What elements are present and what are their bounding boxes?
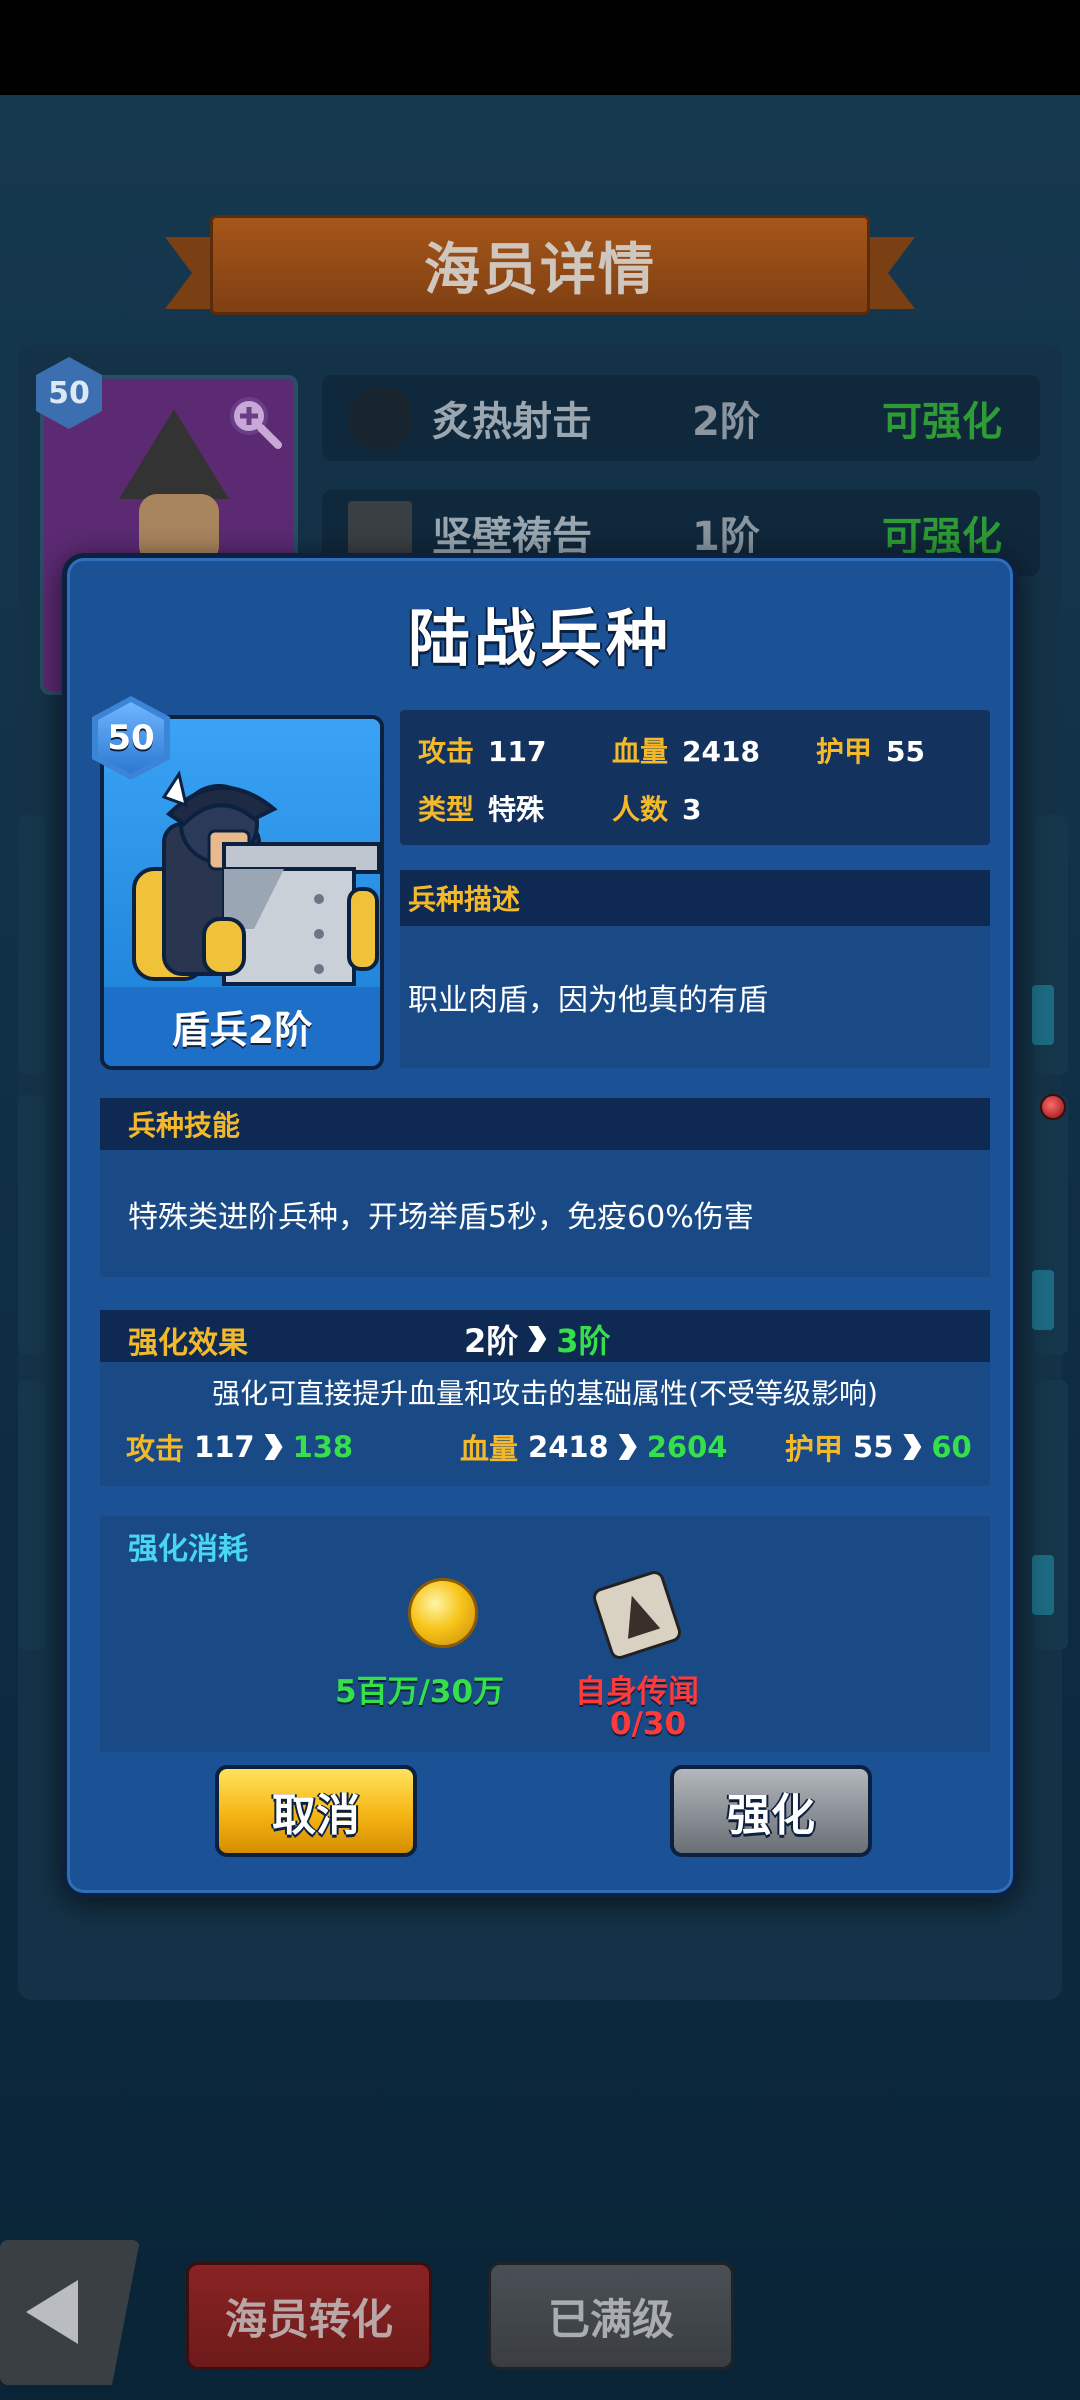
skill-status: 可强化 [882, 399, 1002, 445]
cancel-button[interactable]: 取消 [215, 1765, 417, 1857]
unit-skill-text: 特殊类进阶兵种，开场举盾5秒，免疫60%伤害 [100, 1150, 990, 1277]
fragment-count: 0/30 [610, 1706, 687, 1742]
unit-type-dialog: 陆战兵种 盾兵2阶 50 攻击 117 血量 2418 护甲 55 类型 特殊 … [62, 553, 1018, 1898]
page-title: 海员详情 [424, 237, 656, 303]
stat-label: 血量 [460, 1432, 519, 1466]
stat-value: 2418 [682, 735, 760, 768]
chevron-right-icon [903, 1434, 922, 1460]
stat-hp: 血量 2418 [612, 730, 760, 770]
upgrade-hp: 血量 2418 2604 [460, 1426, 727, 1468]
chevron-right-icon [528, 1326, 547, 1352]
chevron-right-icon [264, 1434, 283, 1460]
upgrade-note: 强化可直接提升血量和攻击的基础属性(不受等级影响) [212, 1377, 878, 1410]
status-bar [0, 0, 1080, 95]
dialog-title: 陆战兵种 [407, 602, 672, 675]
stat-attack: 攻击 117 [418, 730, 546, 770]
bomb-icon [348, 386, 412, 450]
stat-from: 117 [194, 1430, 255, 1464]
wizard-hat-icon [119, 409, 229, 499]
gold-coin-icon [408, 1578, 478, 1648]
stat-label: 护甲 [816, 735, 873, 768]
stat-to: 2604 [646, 1430, 728, 1464]
upgrade-button[interactable]: 强化 [670, 1765, 872, 1857]
upgrade-cost: 强化消耗 5百万/30万 自身传闻 0/30 [100, 1516, 990, 1752]
bg-side-button [1032, 985, 1054, 1045]
notification-dot-icon [1040, 1094, 1066, 1120]
bg-card-left [18, 1095, 46, 1355]
skill-name: 炙热射击 [432, 399, 592, 445]
tier-change: 2阶 3阶 [464, 1316, 611, 1362]
coin-cost: 5百万/30万 [335, 1674, 505, 1710]
back-arrow-icon [26, 2280, 78, 2344]
stat-label: 攻击 [418, 735, 475, 768]
upgrade-effect-body: 强化可直接提升血量和攻击的基础属性(不受等级影响) 攻击 117 138 血量 … [100, 1362, 990, 1486]
zoom-in-icon[interactable] [226, 393, 282, 449]
stat-value: 3 [682, 793, 702, 826]
puzzle-fragment-icon[interactable] [590, 1568, 684, 1662]
unit-skill-header: 兵种技能 [100, 1098, 990, 1150]
upgrade-effect-header: 强化效果 2阶 3阶 [100, 1310, 990, 1362]
unit-stats: 攻击 117 血量 2418 护甲 55 类型 特殊 人数 3 [400, 710, 990, 845]
upgrade-attack: 攻击 117 138 [126, 1426, 353, 1468]
unit-name: 盾兵2阶 [104, 987, 380, 1066]
stat-value: 55 [886, 735, 925, 768]
bg-side-button [1032, 1555, 1054, 1615]
description-text: 职业肉盾，因为他真的有盾 [400, 926, 990, 1068]
stat-from: 55 [853, 1430, 894, 1464]
stat-label: 类型 [418, 793, 475, 826]
cost-header: 强化消耗 [128, 1532, 248, 1567]
title-plate: 海员详情 [210, 215, 870, 315]
title-banner: 海员详情 [165, 215, 915, 320]
tier-from: 2阶 [464, 1322, 519, 1360]
skill-level: 2阶 [692, 399, 760, 445]
stat-value: 特殊 [488, 793, 545, 826]
stat-label: 血量 [612, 735, 669, 768]
crew-convert-button[interactable]: 海员转化 [186, 2262, 432, 2370]
chevron-right-icon [618, 1434, 637, 1460]
bg-card-left [18, 815, 46, 1075]
upgrade-effect-title: 强化效果 [128, 1326, 248, 1361]
fragment-name: 自身传闻 [575, 1674, 699, 1710]
stat-label: 攻击 [126, 1432, 185, 1466]
bg-card-left [18, 1380, 46, 1650]
stat-armor: 护甲 55 [816, 730, 925, 770]
unit-level: 50 [98, 702, 164, 774]
stat-to: 138 [292, 1430, 354, 1464]
stat-to: 60 [931, 1430, 972, 1464]
upgrade-armor: 护甲 55 60 [785, 1426, 972, 1468]
bg-side-button [1032, 1270, 1054, 1330]
stat-value: 117 [488, 735, 547, 768]
description-header: 兵种描述 [400, 870, 990, 926]
stat-type: 类型 特殊 [418, 788, 544, 828]
stat-label: 人数 [612, 793, 669, 826]
max-level-button[interactable]: 已满级 [488, 2262, 734, 2370]
tier-to: 3阶 [556, 1322, 611, 1360]
stat-from: 2418 [528, 1430, 609, 1464]
stat-count: 人数 3 [612, 788, 702, 828]
crew-skill-row[interactable]: 炙热射击 2阶 可强化 [322, 375, 1040, 461]
stat-label: 护甲 [785, 1432, 844, 1466]
